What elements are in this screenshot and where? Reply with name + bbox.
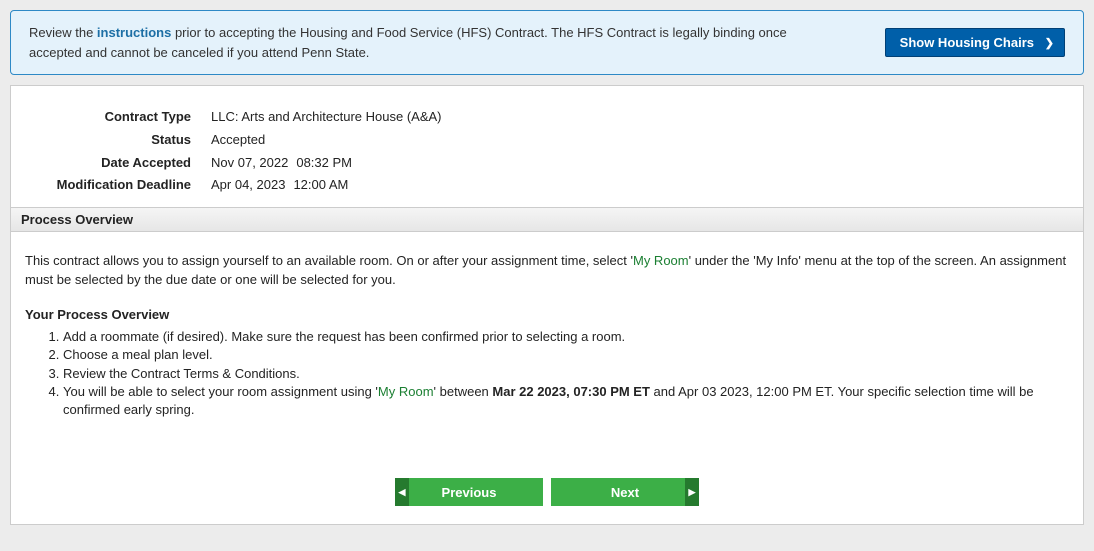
instructions-link[interactable]: instructions: [97, 25, 171, 40]
triangle-left-icon: ◀: [395, 478, 409, 506]
value-date-accepted: Nov 07, 2022 08:32 PM: [211, 152, 1059, 175]
row-mod-deadline: Modification Deadline Apr 04, 2023 12:00 …: [35, 174, 1059, 197]
banner-text-pre: Review the: [29, 25, 97, 40]
banner-button-label: Show Housing Chairs: [900, 35, 1034, 50]
my-room-link[interactable]: My Room: [633, 253, 689, 268]
previous-button[interactable]: ◀ Previous: [395, 478, 543, 506]
banner-text: Review the instructions prior to accepti…: [29, 23, 849, 62]
value-contract-type: LLC: Arts and Architecture House (A&A): [211, 106, 1059, 129]
chevron-right-icon: ❯: [1045, 36, 1054, 49]
process-step-3: Review the Contract Terms & Conditions.: [63, 364, 1069, 383]
section-header: Process Overview: [11, 207, 1083, 232]
show-housing-chairs-button[interactable]: Show Housing Chairs ❯: [885, 28, 1065, 57]
row-date-accepted: Date Accepted Nov 07, 2022 08:32 PM: [35, 152, 1059, 175]
triangle-right-icon: ▶: [685, 478, 699, 506]
step4-bold: Mar 22 2023, 07:30 PM ET: [492, 384, 650, 399]
process-step-1: Add a roommate (if desired). Make sure t…: [63, 327, 1069, 346]
next-button[interactable]: Next ▶: [551, 478, 699, 506]
overview-p1a: This contract allows you to assign yours…: [25, 253, 633, 268]
label-contract-type: Contract Type: [35, 106, 211, 129]
previous-label: Previous: [442, 485, 497, 500]
step4-b: ' between: [434, 384, 493, 399]
process-step-4: You will be able to select your room ass…: [63, 382, 1069, 418]
content-box: Contract Type LLC: Arts and Architecture…: [10, 85, 1084, 525]
row-contract-type: Contract Type LLC: Arts and Architecture…: [35, 106, 1059, 129]
label-mod-deadline: Modification Deadline: [35, 174, 211, 197]
contract-details: Contract Type LLC: Arts and Architecture…: [11, 86, 1083, 207]
step4-a: You will be able to select your room ass…: [63, 384, 378, 399]
mod-deadline-date: Apr 04, 2023: [211, 177, 285, 192]
your-process-title: Your Process Overview: [25, 306, 1069, 325]
label-date-accepted: Date Accepted: [35, 152, 211, 175]
section-body: This contract allows you to assign yours…: [11, 232, 1083, 458]
overview-paragraph: This contract allows you to assign yours…: [25, 252, 1069, 290]
my-room-link-2[interactable]: My Room: [378, 384, 434, 399]
process-step-2: Choose a meal plan level.: [63, 345, 1069, 364]
value-status: Accepted: [211, 129, 1059, 152]
date-accepted-date: Nov 07, 2022: [211, 155, 288, 170]
date-accepted-time: 08:32 PM: [296, 152, 352, 175]
label-status: Status: [35, 129, 211, 152]
next-label: Next: [611, 485, 639, 500]
mod-deadline-time: 12:00 AM: [293, 174, 348, 197]
row-status: Status Accepted: [35, 129, 1059, 152]
process-list: Add a roommate (if desired). Make sure t…: [63, 327, 1069, 419]
value-mod-deadline: Apr 04, 2023 12:00 AM: [211, 174, 1059, 197]
nav-buttons-row: ◀ Previous Next ▶: [11, 458, 1083, 524]
info-banner: Review the instructions prior to accepti…: [10, 10, 1084, 75]
